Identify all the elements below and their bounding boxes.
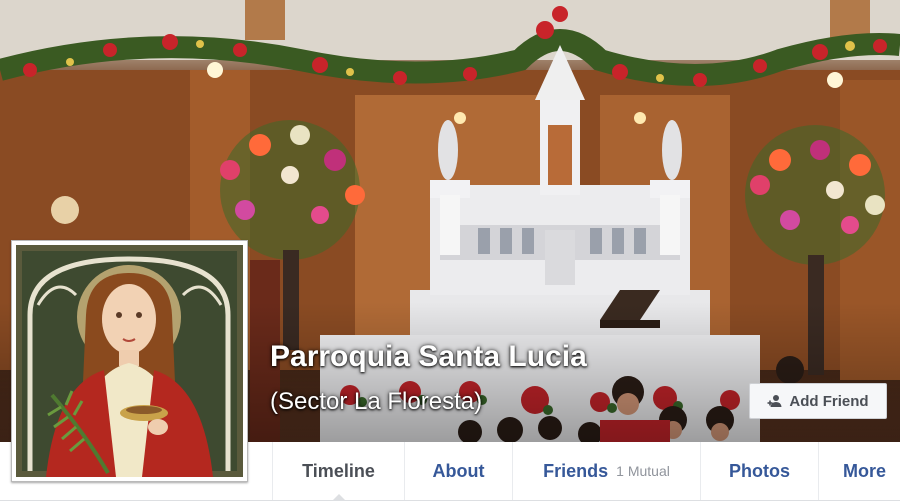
tab-about[interactable]: About bbox=[404, 442, 512, 500]
tab-more[interactable]: More bbox=[818, 442, 900, 500]
page-subtitle: (Sector La Floresta) bbox=[270, 388, 483, 415]
tab-photos[interactable]: Photos bbox=[700, 442, 818, 500]
add-friend-button[interactable]: Add Friend bbox=[749, 383, 887, 419]
saint-lucia-image bbox=[16, 245, 243, 477]
page-title[interactable]: Parroquia Santa Lucia bbox=[270, 340, 587, 374]
add-friend-label: Add Friend bbox=[789, 392, 869, 410]
add-person-icon bbox=[767, 395, 782, 407]
tab-photos-label: Photos bbox=[729, 460, 790, 481]
tab-more-label: More bbox=[843, 460, 887, 481]
tab-timeline[interactable]: Timeline bbox=[272, 442, 404, 500]
profile-picture[interactable] bbox=[11, 240, 248, 482]
tab-about-label: About bbox=[432, 460, 485, 481]
tab-timeline-label: Timeline bbox=[302, 460, 375, 481]
friends-mutual-count: 1 Mutual bbox=[616, 463, 670, 479]
active-tab-caret bbox=[332, 494, 345, 500]
tab-friends[interactable]: Friends 1 Mutual bbox=[512, 442, 700, 500]
tab-friends-label: Friends bbox=[543, 460, 609, 481]
